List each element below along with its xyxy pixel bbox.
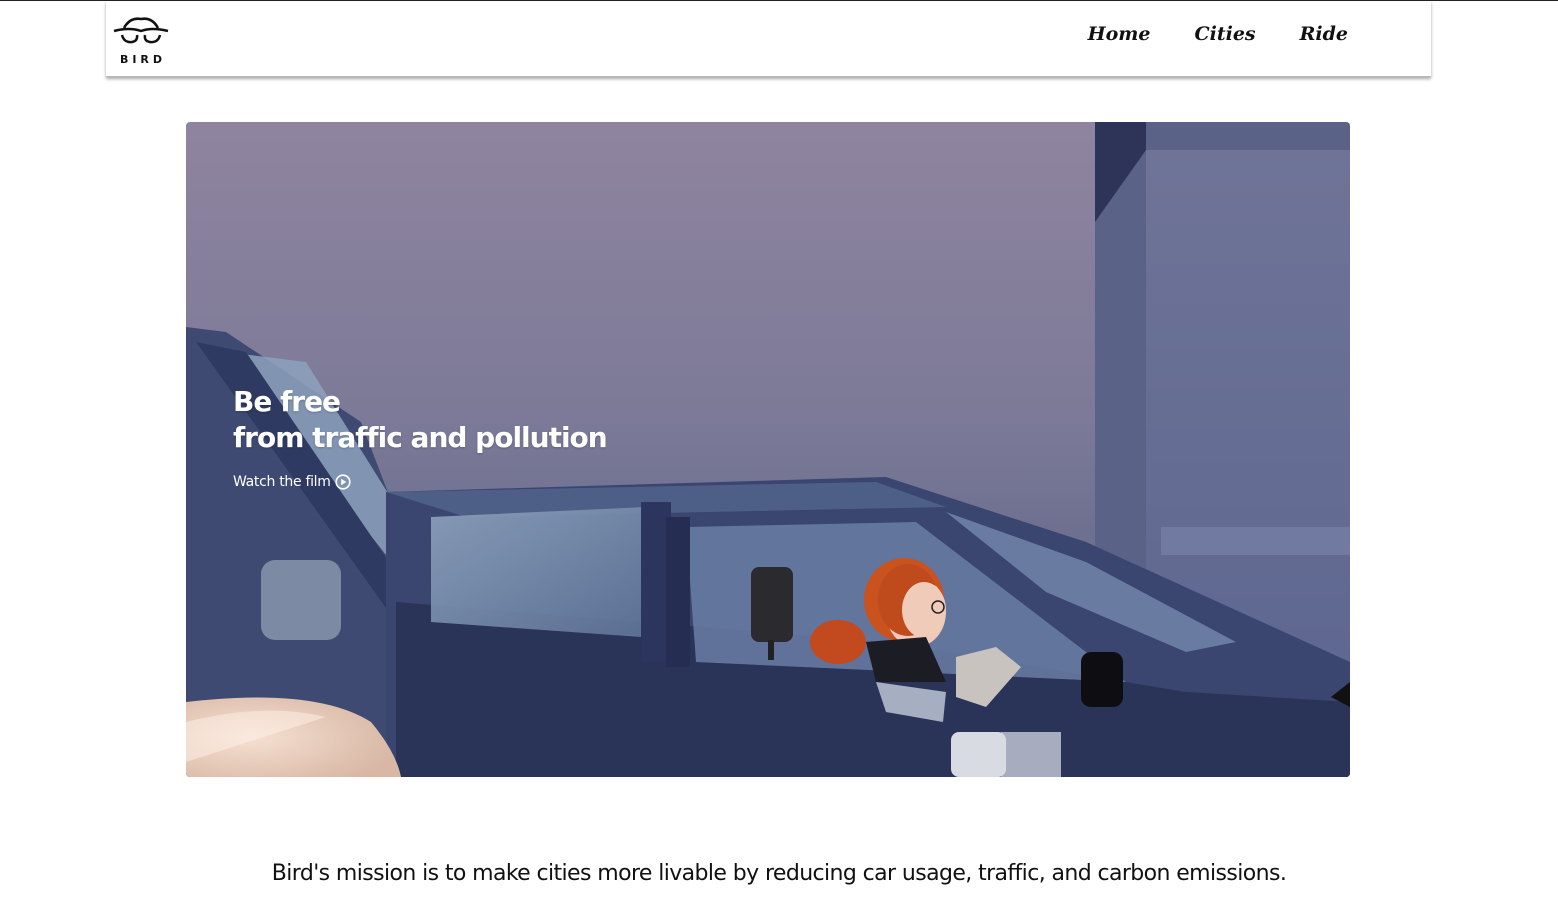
- nav-ride[interactable]: Ride: [1300, 23, 1348, 45]
- hero-text-block: Be free from traffic and pollution Watch…: [233, 384, 608, 490]
- play-circle-icon: [335, 474, 351, 490]
- hero-video[interactable]: Be free from traffic and pollution Watch…: [186, 122, 1350, 777]
- main-nav: Home Cities Ride: [1088, 23, 1348, 45]
- logo-wordmark: BIRD: [119, 53, 167, 66]
- site-header: BIRD Home Cities Ride: [106, 1, 1431, 77]
- nav-home[interactable]: Home: [1088, 23, 1151, 45]
- hero-title-line-2: from traffic and pollution: [233, 421, 608, 454]
- bird-logo-icon: [113, 17, 169, 44]
- bird-logo[interactable]: BIRD: [110, 11, 172, 67]
- watch-film-link[interactable]: Watch the film: [233, 474, 607, 490]
- mission-statement: Bird's mission is to make cities more li…: [271, 861, 1287, 886]
- nav-cities[interactable]: Cities: [1194, 23, 1255, 45]
- watch-film-label: Watch the film: [233, 474, 331, 490]
- hero-title-line-1: Be free: [233, 385, 341, 418]
